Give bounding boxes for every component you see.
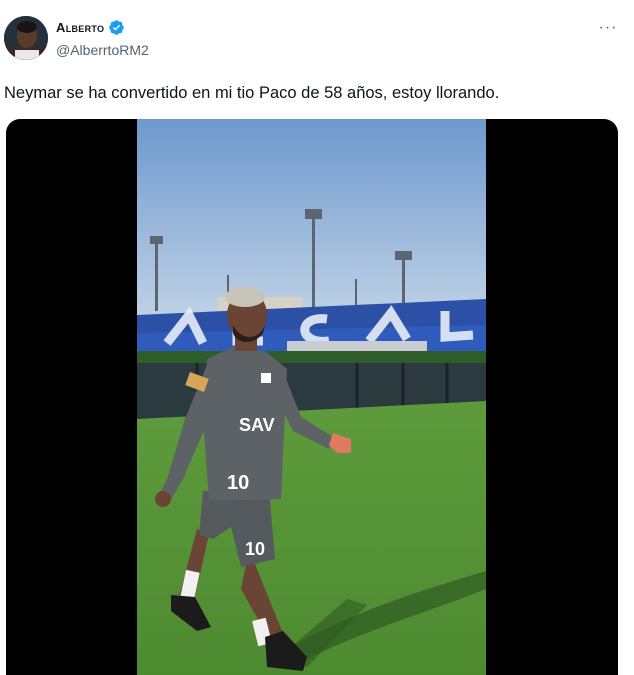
video-frame: SAV 10 10 — [137, 119, 486, 675]
video-player[interactable]: SAV 10 10 — [6, 119, 618, 675]
tweet-text: Neymar se ha convertido en mi tio Paco d… — [4, 84, 500, 102]
display-name[interactable]: Alberto — [56, 20, 104, 35]
more-options-button[interactable]: ··· — [596, 18, 620, 38]
more-options-icon: ··· — [598, 19, 618, 36]
shirt-sponsor: SAV — [239, 415, 275, 435]
verified-badge-icon — [109, 20, 125, 35]
video-still: SAV 10 10 — [137, 119, 486, 675]
avatar-photo-icon — [4, 16, 48, 60]
author-handle[interactable]: @AlberrtoRM2 — [56, 42, 149, 58]
author-name-row: Alberto — [56, 19, 125, 36]
shirt-number: 10 — [227, 472, 249, 494]
avatar[interactable] — [4, 16, 48, 60]
shorts-number: 10 — [245, 539, 265, 559]
tweet-card: Alberto @AlberrtoRM2 ··· Neymar se ha co… — [0, 0, 634, 675]
